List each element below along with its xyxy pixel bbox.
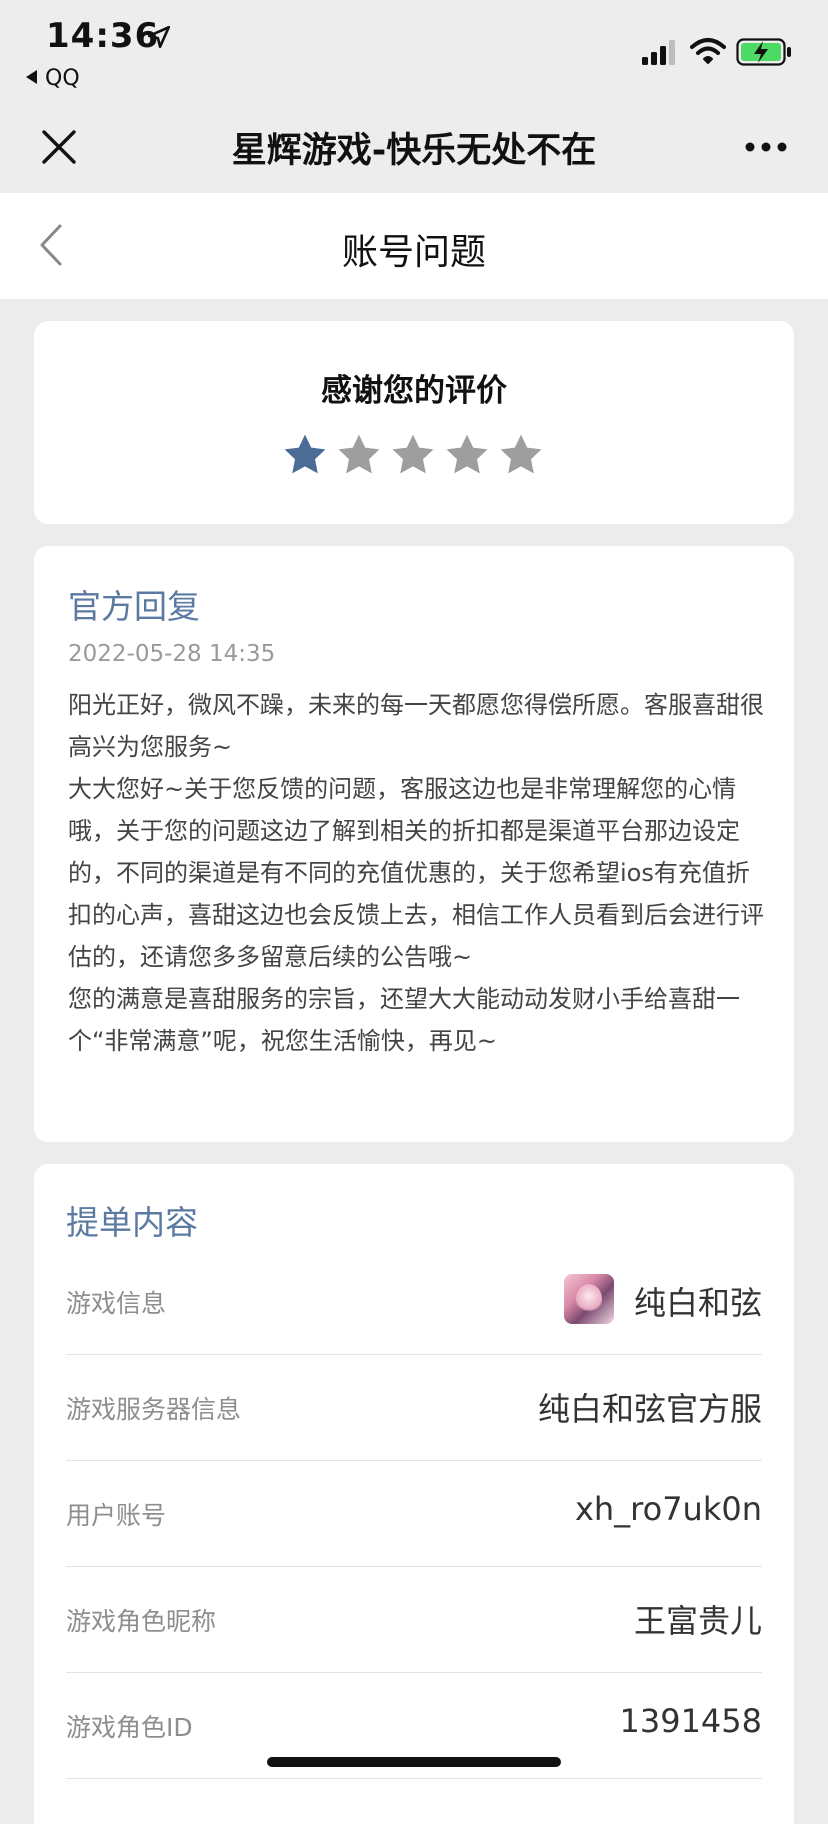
info-row-account: 用户账号 xh_ro7uk0n — [66, 1460, 762, 1567]
official-reply-card: 官方回复 2022-05-28 14:35 阳光正好，微风不躁，未来的每一天都愿… — [34, 546, 794, 1142]
row-value: xh_ro7uk0n — [574, 1490, 762, 1528]
info-row-game: 游戏信息 纯白和弦 — [66, 1248, 762, 1355]
row-value: 纯白和弦 — [633, 1284, 762, 1322]
back-app-label: QQ — [45, 66, 80, 91]
status-bar: 14:36 QQ — [0, 0, 828, 100]
star-filled-icon[interactable] — [281, 431, 329, 479]
back-to-app-link[interactable]: QQ — [26, 66, 80, 91]
row-label: 用户账号 — [66, 1501, 167, 1530]
reply-paragraph: 阳光正好，微风不躁，未来的每一天都愿您得偿所愿。客服喜甜很高兴为您服务~ — [68, 691, 764, 761]
page-title: 账号问题 — [341, 232, 486, 273]
rating-card: 感谢您的评价 — [34, 321, 794, 524]
more-icon[interactable] — [744, 140, 788, 154]
location-arrow-icon — [147, 25, 171, 49]
wifi-icon — [690, 38, 726, 64]
row-value: 纯白和弦官方服 — [537, 1390, 762, 1428]
row-label: 游戏角色ID — [66, 1713, 193, 1742]
game-icon — [564, 1274, 614, 1324]
star-empty-icon[interactable] — [389, 431, 437, 479]
rating-title: 感谢您的评价 — [321, 373, 507, 409]
page-header: 账号问题 — [0, 193, 828, 299]
info-row-server: 游戏服务器信息 纯白和弦官方服 — [66, 1354, 762, 1461]
row-label: 游戏服务器信息 — [66, 1395, 242, 1424]
signal-icon — [642, 40, 675, 65]
home-indicator[interactable] — [267, 1757, 561, 1767]
status-time: 14:36 — [46, 16, 160, 56]
reply-paragraph: 大大您好~关于您反馈的问题，客服这边也是非常理解您的心情哦，关于您的问题这边了解… — [68, 775, 764, 971]
battery-charging-icon — [736, 38, 791, 66]
star-empty-icon[interactable] — [497, 431, 545, 479]
back-triangle-icon — [26, 70, 37, 84]
row-value: 1391458 — [619, 1702, 762, 1740]
navbar-title: 星辉游戏-快乐无处不在 — [231, 131, 597, 171]
row-label: 游戏信息 — [66, 1289, 167, 1318]
star-empty-icon[interactable] — [335, 431, 383, 479]
webview-navbar: 星辉游戏-快乐无处不在 — [0, 100, 828, 193]
row-label: 游戏角色昵称 — [66, 1607, 217, 1636]
info-row-nickname: 游戏角色昵称 王富贵儿 — [66, 1566, 762, 1673]
reply-date: 2022-05-28 14:35 — [68, 641, 276, 667]
reply-title: 官方回复 — [68, 587, 200, 626]
ticket-content-card: 提单内容 游戏信息 纯白和弦 游戏服务器信息 纯白和弦官方服 用户账号 xh_r… — [34, 1164, 794, 1824]
ticket-title: 提单内容 — [66, 1203, 198, 1242]
reply-paragraph: 您的满意是喜甜服务的宗旨，还望大大能动动发财小手给喜甜一个“非常满意”呢，祝您生… — [68, 985, 740, 1055]
star-empty-icon[interactable] — [443, 431, 491, 479]
reply-body: 阳光正好，微风不躁，未来的每一天都愿您得偿所愿。客服喜甜很高兴为您服务~ 大大您… — [68, 684, 764, 1062]
row-value: 王富贵儿 — [633, 1602, 762, 1640]
star-rating[interactable] — [281, 431, 551, 481]
